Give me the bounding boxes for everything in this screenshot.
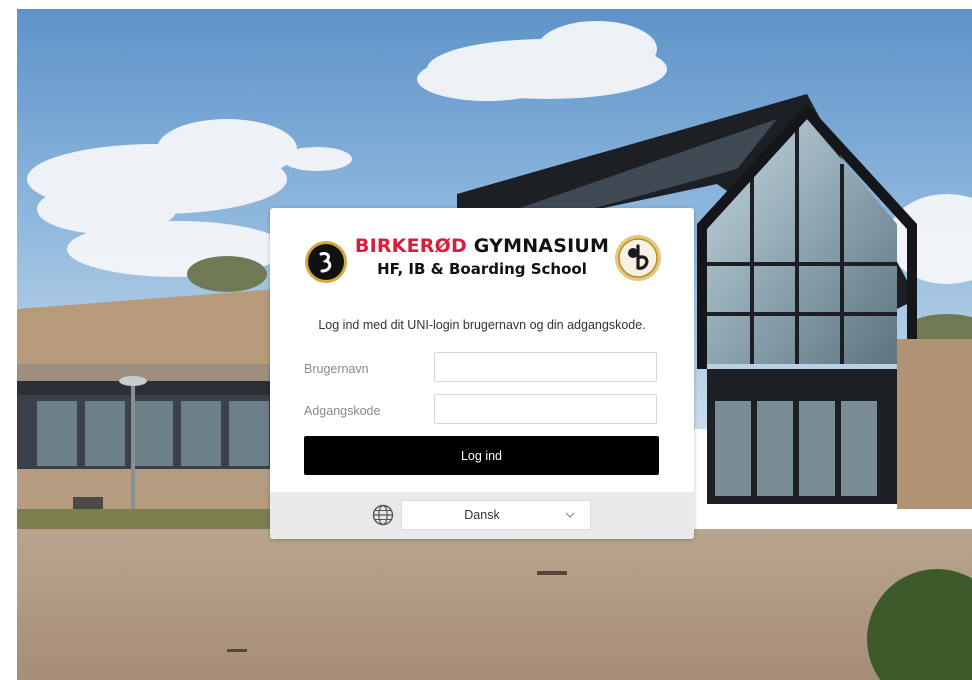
school-name-part1: BIRKERØD xyxy=(354,235,467,257)
school-name-part2: GYMNASIUM xyxy=(473,235,610,257)
password-label: Adgangskode xyxy=(304,404,381,418)
chevron-down-icon xyxy=(565,512,575,518)
login-button[interactable]: Log ind xyxy=(304,436,659,475)
language-footer: Dansk xyxy=(270,492,694,539)
gymnasium-logo-icon xyxy=(305,241,347,283)
username-label: Brugernavn xyxy=(304,362,369,376)
globe-icon xyxy=(372,504,394,526)
language-selected-value: Dansk xyxy=(464,508,500,522)
ib-world-school-logo-icon xyxy=(615,235,661,281)
school-header: BIRKERØD GYMNASIUM HF, IB & Boarding Sch… xyxy=(270,230,694,290)
school-subtitle: HF, IB & Boarding School xyxy=(377,260,587,278)
password-input[interactable] xyxy=(434,394,657,424)
login-dialog: BIRKERØD GYMNASIUM HF, IB & Boarding Sch… xyxy=(270,208,694,539)
school-name: BIRKERØD GYMNASIUM xyxy=(354,236,610,256)
language-select[interactable]: Dansk xyxy=(401,500,591,530)
username-input[interactable] xyxy=(434,352,657,382)
login-instruction: Log ind med dit UNI-login brugernavn og … xyxy=(318,318,646,332)
